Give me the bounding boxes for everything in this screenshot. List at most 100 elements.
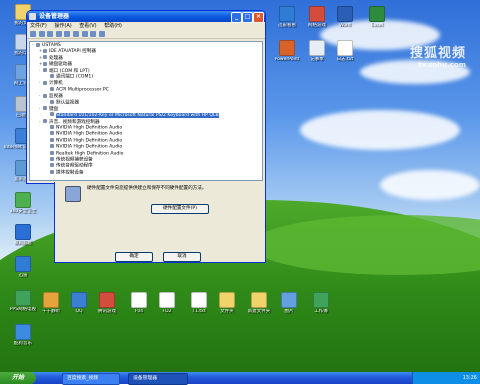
tree-item-label: 传统音频驱动程序 [56,163,93,169]
uninstall-icon[interactable] [90,31,97,37]
menu-view[interactable]: 查看(V) [79,23,96,29]
tree-item-label: NVIDIA High Definition Audio [56,125,123,131]
desktop-icon-label: 工作簿 [314,309,328,314]
device-icon [43,68,47,73]
device-tree[interactable]: - USTAMS + IDE ATA/ATAPI 控制器 + 处理器 + 磁盘驱动器 - 端口 (… [29,41,263,181]
device-icon [50,169,54,174]
app-icon [309,6,325,22]
toolbar [27,30,265,39]
desktop-icon[interactable]: 暴风影音 [2,224,44,254]
tree-item-label: NVIDIA High Definition Audio [56,144,123,150]
desktop-icon[interactable]: 酷狗音乐 [2,324,44,354]
close-button[interactable]: × [253,12,264,23]
device-icon [43,80,47,85]
device-icon [36,42,40,47]
system-tray: 13:26 [412,372,480,384]
desktop-icon[interactable]: 迅雷 [2,256,44,286]
desktop-icon[interactable]: 工作簿 [300,292,342,322]
start-button[interactable]: 开始 [0,372,36,384]
app-icon [43,292,59,308]
tree-item-label: 通讯端口 (COM1) [56,74,94,80]
scan-icon[interactable] [72,31,79,37]
desktop-icon-label: 360安全卫士 [9,209,37,214]
app-icon [15,324,31,340]
watermark-title: 搜狐视频 [409,46,466,61]
tree-item-label: 磁盘驱动器 [49,62,72,68]
device-icon [50,99,54,104]
app-icon [219,292,235,308]
up-icon[interactable] [47,31,54,37]
app-icon [279,40,295,56]
tree-item-label: 传统视频捕获设备 [56,157,93,163]
title-bar[interactable]: 设备管理器 _ □ × [27,11,265,23]
cloud [300,110,460,150]
desktop-icon[interactable]: 360安全卫士 [2,192,44,222]
tree-item-label: 计算机 [49,81,63,87]
app-icon [15,224,31,240]
app-icon [71,292,87,308]
device-icon [50,73,54,78]
hardware-profile-button[interactable]: 硬件配置文件(P) [151,204,209,214]
tree-item-label: 键盘 [49,106,59,112]
ok-button[interactable]: 确定 [115,252,153,262]
tree-item-label: 声音、视频和游戏控制器 [49,119,100,125]
forward-icon[interactable] [38,31,45,37]
device-icon [43,93,47,98]
watermark: 搜狐视频 tv.sohu.com [410,42,466,69]
desktop-icon-label: Excel [371,23,383,28]
menu-help[interactable]: 帮助(H) [104,23,122,29]
back-icon[interactable] [30,31,36,37]
cloud [380,170,480,200]
app-icon [369,6,385,22]
device-icon [43,119,47,124]
window-title: 设备管理器 [39,13,70,20]
app-icon [251,292,267,308]
desktop-icon-label: 迅雷 [18,273,28,278]
profile-description: 硬件配置文件向您提供供建立和保存不同硬件配置的方法。 [87,186,207,191]
device-icon [43,61,47,66]
tree-item-label: 端口 (COM 和 LPT) [49,68,90,74]
tree-item-label: IDE ATA/ATAPI 控制器 [49,49,96,55]
desktop-icon-label: 酷狗音乐 [14,341,32,346]
taskbar: 开始 百度搜索_视频 设备管理器 13:26 [0,372,480,385]
watermark-url: tv.sohu.com [418,61,466,69]
device-icon [50,144,54,149]
desktop-icon[interactable]: Excel [356,6,398,36]
tree-item-label: ACPI Multiprocessor PC [56,87,109,93]
app-icon [99,292,115,308]
device-icon [43,48,47,53]
tree-item-label: NVIDIA High Definition Audio [56,138,123,144]
app-icon [15,256,31,272]
system-properties-dialog: 硬件配置文件向您提供供建立和保存不同硬件配置的方法。 硬件配置文件(P) 确定 … [54,182,266,263]
app-icon [279,6,295,22]
help-icon[interactable] [64,31,71,37]
app-icon [281,292,297,308]
device-icon [50,125,54,130]
tree-item-label: NVIDIA High Definition Audio [56,131,123,137]
cancel-button[interactable]: 取消 [163,252,201,262]
tree-item-label: 监视器 [49,94,63,100]
update-driver-icon[interactable] [81,31,88,37]
disable-icon[interactable] [98,31,105,37]
device-manager-window[interactable]: 设备管理器 _ □ × 文件(F) 操作(A) 查看(V) 帮助(H) - UST… [26,10,266,184]
tree-item-label: 默认监视器 [56,100,79,106]
menu-file[interactable]: 文件(F) [30,23,47,29]
app-icon [309,40,325,56]
device-icon [43,55,47,60]
menu-bar: 文件(F) 操作(A) 查看(V) 帮助(H) [27,22,265,30]
device-icon [50,137,54,142]
desktop-icon[interactable]: 日志.txt [324,40,366,70]
device-icon [43,106,47,111]
menu-action[interactable]: 操作(A) [54,23,71,29]
properties-icon[interactable] [55,31,62,37]
tree-item-label: 媒体控制设备 [56,170,84,176]
taskbar-item-browser[interactable]: 百度搜索_视频 [62,373,120,385]
device-icon [50,157,54,162]
clock[interactable]: 13:26 [463,375,477,381]
tree-item[interactable]: 媒体控制设备 [30,169,262,176]
taskbar-item-device-manager[interactable]: 设备管理器 [128,373,188,385]
tree-item-label: 处理器 [49,55,63,61]
desktop-icon-label: 日志.txt [336,57,354,62]
minimize-button[interactable]: _ [231,12,242,23]
maximize-button[interactable]: □ [242,12,253,23]
